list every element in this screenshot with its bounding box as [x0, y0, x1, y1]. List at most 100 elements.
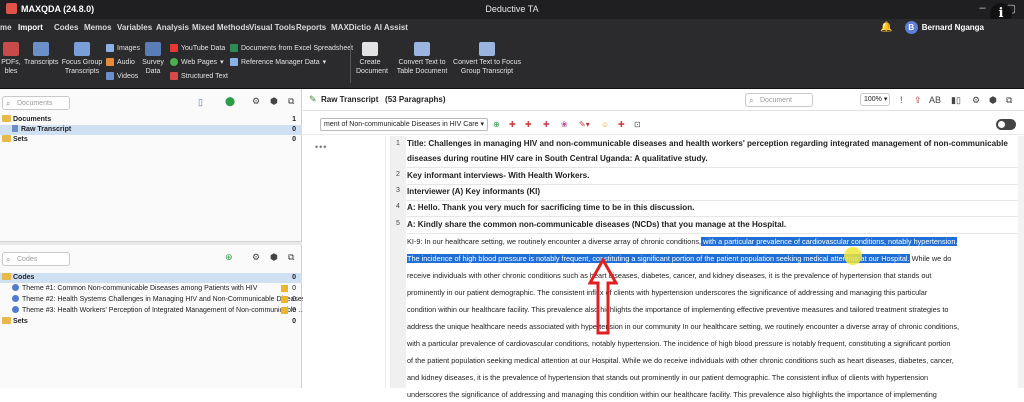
tree-theme-3[interactable]: Theme #3: Health Workers' Perception of … [0, 306, 304, 316]
document-search-input[interactable]: ⌕ Document [745, 93, 813, 107]
structured-text-button[interactable]: Structured Text [170, 72, 228, 80]
highlighter-icon[interactable]: ✎▾ [579, 120, 590, 129]
bell-icon[interactable]: 🔔 [880, 22, 892, 33]
document-search-placeholder: Document [760, 97, 792, 104]
tree-label: Codes [13, 274, 35, 281]
minimize-icon[interactable]: – [979, 2, 985, 15]
gear-icon[interactable]: ⚙ [972, 95, 980, 106]
menu-ai-assist[interactable]: AI Assist [374, 23, 408, 32]
user-account[interactable]: 🔔 B Bernard Nganga [880, 21, 984, 34]
codes-search-input[interactable]: ⌕ Codes [2, 252, 70, 266]
stop-icon[interactable]: ! [900, 95, 903, 105]
gear-icon[interactable]: ⚙ [252, 252, 260, 263]
documents-search-input[interactable]: ⌕ Documents [2, 96, 70, 110]
assign-code-icon[interactable]: ⊡ [634, 120, 641, 129]
layout-icon[interactable]: ▮▯ [951, 95, 961, 106]
undock-icon[interactable]: ⧉ [1006, 95, 1012, 106]
web-pages-button[interactable]: Web Pages ▾ [170, 58, 224, 66]
menu-mixed-methods[interactable]: Mixed Methods [192, 23, 250, 32]
undock-icon[interactable]: ⧉ [288, 252, 294, 263]
new-code-icon[interactable]: ⊕ [225, 252, 233, 263]
menu-reports[interactable]: Reports [296, 23, 326, 32]
selected-text[interactable]: with a particular prevalence of cardiova… [701, 237, 958, 246]
emoji-icon[interactable]: ☺ [601, 120, 609, 129]
pin-icon[interactable]: ⬢ [270, 96, 278, 107]
menu-codes[interactable]: Codes [54, 23, 78, 32]
pin-icon[interactable]: ⬢ [270, 252, 278, 263]
convert-table-button[interactable]: Convert Text to Table Document [394, 42, 450, 76]
menu-import[interactable]: Import [18, 23, 43, 32]
gear-icon[interactable]: ⚙ [252, 96, 260, 107]
tree-documents-root[interactable]: Documents 1 [0, 115, 302, 125]
color-code-icon[interactable]: ✚ [543, 120, 550, 129]
convert-table-label-2: Table Document [396, 68, 448, 75]
memo-icon[interactable] [281, 307, 288, 314]
import-pdfs-button[interactable]: PDFs, bles [0, 42, 22, 76]
excel-import-button[interactable]: Documents from Excel Spreadsheet [230, 44, 353, 52]
more-options-icon[interactable]: ••• [315, 142, 327, 152]
document-title: Raw Transcript (53 Paragraphs) [321, 95, 446, 104]
audio-icon [106, 58, 114, 66]
convert-focus-group-button[interactable]: Convert Text to Focus Group Transcript [452, 42, 522, 76]
excel-label: Documents from Excel Spreadsheet [241, 44, 354, 52]
text-line: address the unique healthcare needs asso… [407, 322, 960, 331]
menu-variables[interactable]: Variables [117, 23, 152, 32]
activate-icon[interactable]: ⬤ [225, 96, 235, 107]
edit-mode-toggle[interactable] [996, 119, 1016, 130]
zoom-select[interactable]: 100% ▾ [860, 93, 890, 106]
in-vivo-icon[interactable]: ✚ [525, 120, 532, 129]
text-line: underscores the significance of addressi… [407, 390, 937, 399]
edit-document-icon[interactable]: ✎ [309, 94, 317, 105]
zoom-value: 100% [864, 96, 882, 103]
tree-document-sets[interactable]: Sets 0 [0, 135, 302, 145]
text-line: KI-9: In our healthcare setting, we rout… [407, 234, 958, 249]
convert-table-label: Convert Text to [398, 59, 446, 66]
selected-text[interactable]: The incidence of high blood pressure is … [407, 254, 910, 263]
tree-codes-root[interactable]: Codes 0 [0, 273, 302, 283]
undo-code-icon[interactable]: ✚ [618, 120, 625, 129]
survey-data-button[interactable]: Survey Data [141, 42, 165, 76]
new-document-icon[interactable]: ▯ [198, 97, 203, 108]
reference-label: Reference Manager Data [241, 58, 320, 66]
tree-theme-1[interactable]: Theme #1: Common Non-communicable Diseas… [0, 284, 302, 294]
mouse-cursor-highlight [844, 247, 862, 265]
tree-count: 0 [292, 285, 296, 292]
vertical-scrollbar[interactable] [1018, 136, 1024, 388]
menu-visual-tools[interactable]: Visual Tools [249, 23, 295, 32]
code-select[interactable]: ment of Non-communicable Diseases in HIV… [320, 118, 488, 131]
new-document-icon [362, 42, 378, 56]
focus-group-button[interactable]: Focus Group Transcripts [60, 42, 104, 76]
panel-splitter[interactable] [0, 241, 302, 245]
audio-button[interactable]: Audio [106, 58, 135, 66]
pin-icon[interactable]: ⬢ [989, 95, 997, 106]
memo-icon[interactable] [281, 285, 288, 292]
code-stripe-column: ••• [303, 136, 386, 388]
code-icon [12, 295, 19, 302]
paragraph-number-column: 1 2 3 4 5 [390, 136, 406, 388]
tree-code-sets[interactable]: Sets 0 [0, 317, 302, 327]
web-pages-label: Web Pages [181, 58, 218, 66]
reference-manager-button[interactable]: Reference Manager Data ▾ [230, 58, 326, 66]
tree-raw-transcript[interactable]: Raw Transcript 0 [0, 125, 302, 135]
menu-home[interactable]: me [0, 23, 12, 32]
code-with-selected-icon[interactable]: ✚ [509, 120, 516, 129]
memo-icon[interactable] [281, 296, 288, 303]
emoticode-icon[interactable]: ❀ [561, 120, 568, 129]
menu-analysis[interactable]: Analysis [156, 23, 189, 32]
videos-button[interactable]: Videos [106, 72, 138, 80]
transcripts-button[interactable]: Transcripts [24, 42, 58, 67]
create-document-button[interactable]: Create Document [356, 42, 388, 76]
youtube-label: YouTube Data [181, 44, 226, 52]
document-text[interactable]: Title: Challenges in managing HIV and no… [407, 136, 1022, 399]
abc-icon[interactable]: AB [929, 95, 941, 105]
tree-theme-2[interactable]: Theme #2: Health Systems Challenges in M… [0, 295, 305, 305]
menu-memos[interactable]: Memos [84, 23, 112, 32]
menu-maxdictio[interactable]: MAXDictio [331, 23, 371, 32]
youtube-data-button[interactable]: YouTube Data [170, 44, 225, 52]
undock-icon[interactable]: ⧉ [288, 96, 294, 107]
folder-icon [2, 135, 11, 142]
code-icon [12, 306, 19, 313]
export-icon[interactable]: ⇪ [914, 95, 922, 106]
images-button[interactable]: Images [106, 44, 140, 52]
code-with-new-code-icon[interactable]: ⊕ [493, 120, 500, 129]
